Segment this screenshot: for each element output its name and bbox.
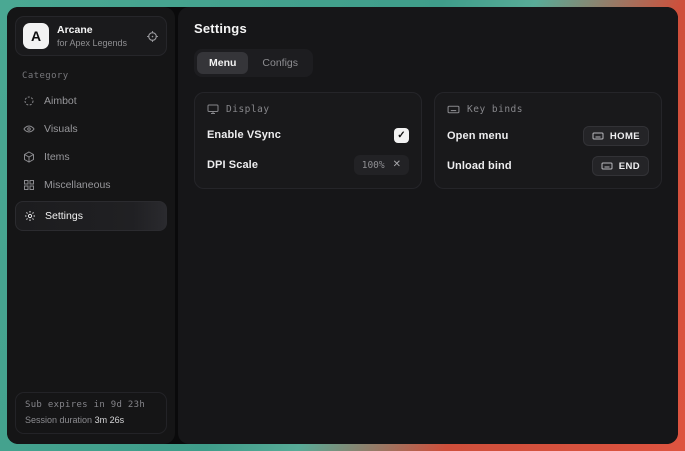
unload-bind-keybind[interactable]: END bbox=[592, 156, 649, 176]
grid-icon bbox=[23, 179, 35, 191]
open-menu-row: Open menu HOME bbox=[447, 126, 649, 146]
cube-icon bbox=[23, 151, 35, 163]
vsync-row: Enable VSync ✓ bbox=[207, 125, 409, 145]
dpi-scale-label: DPI Scale bbox=[207, 159, 258, 171]
tab-configs[interactable]: Configs bbox=[250, 52, 310, 74]
sidebar-item-label: Visuals bbox=[44, 123, 78, 135]
unload-bind-key: END bbox=[619, 161, 640, 172]
display-card: Display Enable VSync ✓ DPI Scale 100% ✕ bbox=[194, 92, 422, 189]
unload-bind-row: Unload bind END bbox=[447, 156, 649, 176]
open-menu-label: Open menu bbox=[447, 130, 508, 142]
open-menu-keybind[interactable]: HOME bbox=[583, 126, 649, 146]
keybinds-card-header: Key binds bbox=[447, 103, 649, 116]
sidebar-item-miscellaneous[interactable]: Miscellaneous bbox=[15, 171, 167, 199]
keyboard-icon bbox=[447, 103, 460, 116]
target-icon[interactable] bbox=[146, 30, 159, 43]
app-subtitle: for Apex Legends bbox=[57, 38, 138, 48]
sidebar-item-aimbot[interactable]: Aimbot bbox=[15, 87, 167, 115]
keyboard-icon bbox=[601, 160, 613, 172]
app-name: Arcane bbox=[57, 24, 138, 36]
sidebar-nav: Aimbot Visuals Items bbox=[15, 87, 167, 233]
app-window: A Arcane for Apex Legends Category bbox=[7, 7, 678, 444]
sidebar: A Arcane for Apex Legends Category bbox=[7, 7, 175, 444]
crosshair-icon bbox=[23, 95, 35, 107]
main-panel: Settings Menu Configs Display bbox=[178, 7, 678, 444]
vsync-checkbox[interactable]: ✓ bbox=[394, 128, 409, 143]
sidebar-section-label: Category bbox=[22, 71, 167, 81]
sidebar-item-label: Items bbox=[44, 151, 70, 163]
sidebar-item-label: Settings bbox=[45, 210, 83, 222]
sidebar-item-settings[interactable]: Settings bbox=[15, 201, 167, 231]
sidebar-item-label: Aimbot bbox=[44, 95, 77, 107]
gear-icon bbox=[24, 210, 36, 222]
session-duration-value: 3m 26s bbox=[95, 415, 125, 425]
subscription-info-card: Sub expires in 9d 23h Session duration 3… bbox=[15, 392, 167, 434]
settings-cards: Display Enable VSync ✓ DPI Scale 100% ✕ bbox=[194, 92, 662, 189]
display-card-header: Display bbox=[207, 103, 409, 115]
eye-icon bbox=[23, 123, 35, 135]
session-duration-label: Session duration bbox=[25, 415, 92, 425]
monitor-icon bbox=[207, 103, 219, 115]
display-card-title: Display bbox=[226, 104, 270, 115]
sidebar-item-label: Miscellaneous bbox=[44, 179, 111, 191]
tab-bar: Menu Configs bbox=[194, 49, 313, 77]
close-icon[interactable]: ✕ bbox=[393, 160, 401, 170]
dpi-scale-row: DPI Scale 100% ✕ bbox=[207, 155, 409, 175]
app-meta: Arcane for Apex Legends bbox=[57, 24, 138, 48]
page-title: Settings bbox=[194, 21, 662, 36]
sidebar-item-visuals[interactable]: Visuals bbox=[15, 115, 167, 143]
session-duration-text: Session duration 3m 26s bbox=[25, 414, 157, 427]
dpi-scale-input[interactable]: 100% ✕ bbox=[354, 155, 409, 175]
keybinds-card: Key binds Open menu HOME Unload bin bbox=[434, 92, 662, 189]
dpi-scale-value: 100% bbox=[362, 160, 385, 171]
unload-bind-label: Unload bind bbox=[447, 160, 512, 172]
app-header-card: A Arcane for Apex Legends bbox=[15, 16, 167, 56]
open-menu-key: HOME bbox=[610, 131, 640, 142]
tab-menu[interactable]: Menu bbox=[197, 52, 248, 74]
app-logo: A bbox=[23, 23, 49, 49]
vsync-label: Enable VSync bbox=[207, 129, 281, 141]
keybinds-card-title: Key binds bbox=[467, 104, 523, 115]
keyboard-icon bbox=[592, 130, 604, 142]
sub-expiry-text: Sub expires in 9d 23h bbox=[25, 399, 157, 412]
sidebar-item-items[interactable]: Items bbox=[15, 143, 167, 171]
